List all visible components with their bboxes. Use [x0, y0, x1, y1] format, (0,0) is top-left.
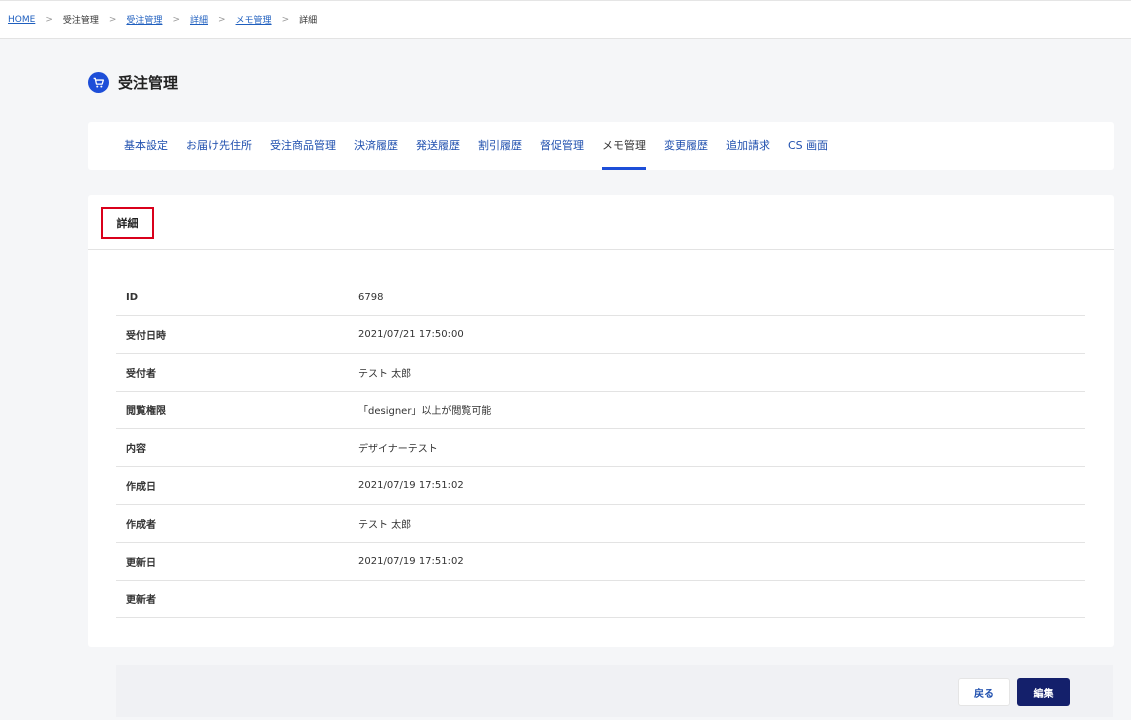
breadcrumb-separator: >: [45, 14, 53, 25]
detail-value: 2021/07/21 17:50:00: [358, 328, 464, 340]
detail-label: 作成者: [126, 519, 156, 531]
breadcrumb-separator: >: [172, 14, 180, 25]
detail-row: ID 6798: [116, 280, 1085, 316]
action-bar: 戻る 編集: [116, 665, 1113, 717]
detail-value: 「designer」以上が閲覧可能: [358, 406, 492, 418]
detail-card: 詳細 ID 6798 受付日時 2021/07/21 17:50:00 受付者 …: [88, 195, 1114, 647]
detail-label: 更新者: [126, 595, 156, 607]
tab-discount-history[interactable]: 割引履歴: [478, 122, 522, 170]
detail-row: 作成日 2021/07/19 17:51:02: [116, 467, 1085, 505]
breadcrumb-order-management-link[interactable]: 受注管理: [126, 13, 162, 26]
tab-bar: 基本設定 お届け先住所 受注商品管理 決済履歴 発送履歴 割引履歴 督促管理 メ…: [88, 122, 1114, 170]
breadcrumb-separator: >: [108, 14, 117, 25]
tab-dunning[interactable]: 督促管理: [540, 122, 584, 170]
breadcrumb-order-management: 受注管理: [62, 16, 99, 26]
breadcrumb-home-link[interactable]: HOME: [8, 15, 35, 25]
detail-value: デザイナーテスト: [358, 444, 438, 456]
tab-payment-history[interactable]: 決済履歴: [354, 122, 398, 170]
tab-basic-settings[interactable]: 基本設定: [124, 122, 168, 170]
detail-label: 内容: [126, 444, 146, 456]
detail-row: 受付日時 2021/07/21 17:50:00: [116, 316, 1085, 354]
card-title-highlight: 詳細: [101, 207, 154, 239]
detail-label: 作成日: [126, 482, 156, 494]
card-title: 詳細: [116, 217, 139, 230]
tab-additional-billing[interactable]: 追加請求: [726, 122, 770, 170]
tab-cs-screen[interactable]: CS 画面: [788, 122, 828, 170]
detail-row: 更新者: [116, 581, 1085, 619]
detail-label: 閲覧権限: [126, 406, 166, 418]
detail-value: テスト 太郎: [358, 368, 412, 380]
detail-value: 6798: [358, 292, 384, 303]
breadcrumb: HOME > 受注管理 > 受注管理 > 詳細 > メモ管理 > 詳細: [0, 0, 1131, 39]
detail-row: 受付者 テスト 太郎: [116, 354, 1085, 392]
edit-button[interactable]: 編集: [1017, 678, 1070, 706]
card-header: 詳細: [88, 195, 1114, 250]
detail-label: ID: [126, 292, 139, 303]
detail-value: 2021/07/19 17:51:02: [358, 555, 464, 567]
detail-row: 閲覧権限 「designer」以上が閲覧可能: [116, 392, 1085, 430]
detail-label: 受付日時: [126, 330, 166, 342]
page-title: 受注管理: [118, 74, 179, 92]
detail-row: 更新日 2021/07/19 17:51:02: [116, 543, 1085, 581]
detail-value: 2021/07/19 17:51:02: [358, 480, 464, 492]
back-button[interactable]: 戻る: [958, 678, 1010, 706]
breadcrumb-detail-link[interactable]: 詳細: [190, 13, 208, 26]
tab-delivery-address[interactable]: お届け先住所: [186, 122, 252, 170]
breadcrumb-current: 詳細: [299, 16, 318, 26]
tab-order-products[interactable]: 受注商品管理: [270, 122, 336, 170]
tab-memo[interactable]: メモ管理: [602, 122, 646, 170]
detail-label: 更新日: [126, 557, 156, 569]
tab-shipping-history[interactable]: 発送履歴: [416, 122, 460, 170]
breadcrumb-separator: >: [281, 14, 290, 25]
breadcrumb-separator: >: [218, 14, 226, 25]
detail-row: 内容 デザイナーテスト: [116, 429, 1085, 468]
tab-change-history[interactable]: 変更履歴: [664, 122, 708, 170]
detail-table: ID 6798 受付日時 2021/07/21 17:50:00 受付者 テスト…: [116, 280, 1085, 619]
detail-value: テスト 太郎: [358, 519, 412, 531]
cart-icon: [88, 72, 109, 93]
detail-label: 受付者: [126, 368, 156, 380]
breadcrumb-memo-link[interactable]: メモ管理: [236, 13, 272, 26]
page-header: 受注管理: [88, 72, 178, 93]
detail-row: 作成者 テスト 太郎: [116, 505, 1085, 543]
